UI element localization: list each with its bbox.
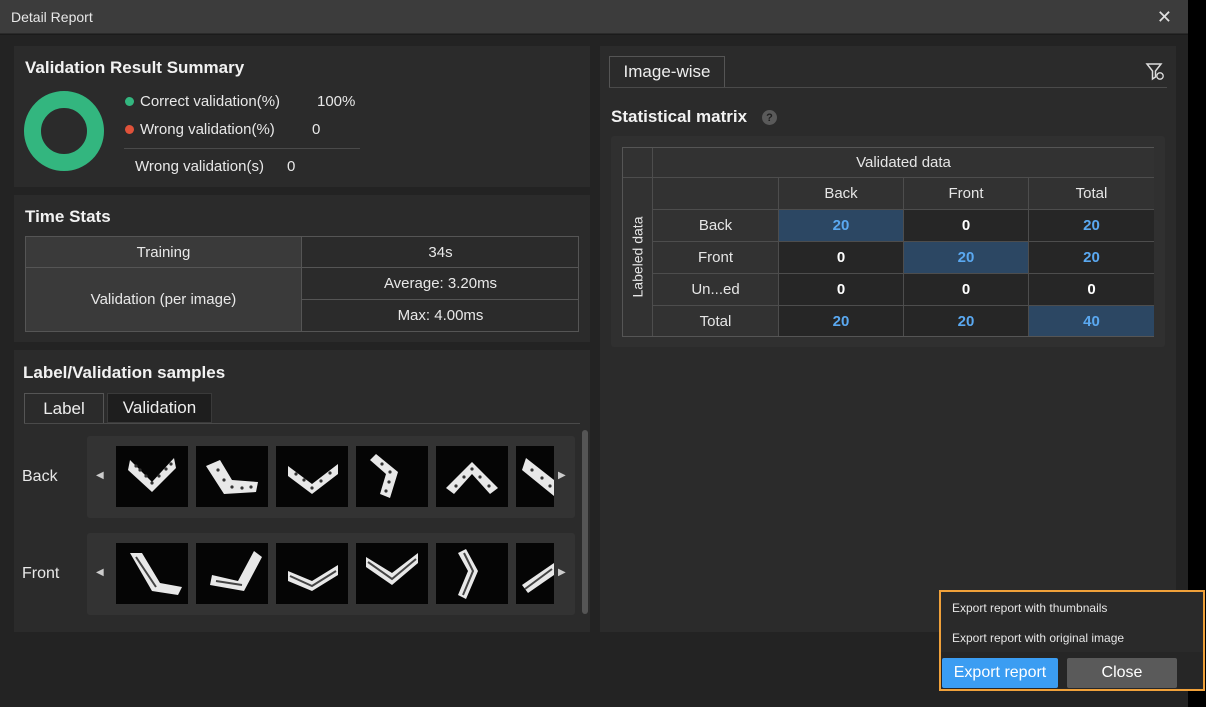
correct-dot-icon bbox=[125, 97, 134, 106]
samples-scrollbar[interactable] bbox=[582, 430, 588, 614]
training-value: 34s bbox=[302, 237, 579, 268]
sample-thumbnail[interactable] bbox=[516, 543, 554, 604]
matrix-cell: 20 bbox=[779, 306, 904, 336]
samples-title: Label/Validation samples bbox=[23, 363, 226, 382]
validated-data-header: Validated data bbox=[653, 148, 1154, 178]
row-label-front: Front bbox=[22, 565, 60, 582]
row-header-front: Front bbox=[653, 242, 779, 274]
sample-thumbnail[interactable] bbox=[356, 543, 428, 604]
correct-value: 100% bbox=[317, 93, 356, 110]
sample-thumbnail[interactable] bbox=[276, 446, 348, 507]
row-header-unlabeled: Un...ed bbox=[653, 274, 779, 306]
correct-label: Correct validation(%) bbox=[140, 93, 281, 110]
sample-strip-front: ◀ ▶ bbox=[87, 533, 575, 615]
scroll-left-icon[interactable]: ◀ bbox=[96, 470, 106, 484]
summary-divider bbox=[124, 148, 360, 149]
validation-average: Average: 3.20ms bbox=[302, 268, 579, 300]
sample-thumbnail[interactable] bbox=[436, 543, 508, 604]
matrix-cell: 0 bbox=[904, 210, 1029, 242]
wrong-dot-icon bbox=[125, 125, 134, 134]
export-with-original-image[interactable]: Export report with original image bbox=[952, 631, 1124, 645]
window-title: Detail Report bbox=[11, 9, 93, 25]
scroll-left-icon[interactable]: ◀ bbox=[96, 567, 106, 581]
summary-title: Validation Result Summary bbox=[25, 58, 245, 77]
export-report-button[interactable]: Export report bbox=[942, 658, 1058, 688]
sample-thumbnail[interactable] bbox=[516, 446, 554, 507]
sample-thumbnail[interactable] bbox=[196, 543, 268, 604]
sample-strip-back: ◀ ▶ bbox=[87, 436, 575, 518]
sample-thumbnail[interactable] bbox=[116, 543, 188, 604]
wrong-value: 0 bbox=[312, 121, 321, 138]
matrix-cell: 0 bbox=[1029, 274, 1154, 306]
export-with-thumbnails[interactable]: Export report with thumbnails bbox=[952, 601, 1107, 615]
validation-label: Validation (per image) bbox=[26, 268, 302, 331]
close-button[interactable]: Close bbox=[1067, 658, 1177, 688]
tab-validation[interactable]: Validation bbox=[107, 393, 212, 423]
matrix-corner bbox=[623, 148, 653, 178]
tab-label[interactable]: Label bbox=[24, 393, 104, 423]
row-label-back: Back bbox=[22, 468, 58, 485]
wrong-label: Wrong validation(%) bbox=[140, 121, 275, 138]
col-header-back: Back bbox=[779, 178, 904, 210]
matrix-cell: 0 bbox=[779, 242, 904, 274]
matrix-title: Statistical matrix bbox=[611, 107, 748, 126]
title-bar: Detail Report ✕ bbox=[0, 0, 1188, 34]
time-stats-title: Time Stats bbox=[25, 207, 111, 226]
matrix-cell: 0 bbox=[904, 274, 1029, 306]
sample-thumbnail[interactable] bbox=[436, 446, 508, 507]
help-icon[interactable]: ? bbox=[762, 110, 777, 125]
matrix-corner-2 bbox=[653, 178, 779, 210]
matrix-cell: 0 bbox=[779, 274, 904, 306]
matrix-cell: 40 bbox=[1029, 306, 1154, 336]
scroll-right-icon[interactable]: ▶ bbox=[558, 567, 568, 581]
matrix-cell: 20 bbox=[1029, 242, 1154, 274]
samples-tab-divider bbox=[24, 423, 580, 424]
wrong-count-value: 0 bbox=[287, 158, 296, 175]
filter-icon[interactable] bbox=[1145, 61, 1165, 81]
matrix-tab-divider bbox=[609, 87, 1167, 88]
sample-thumbnail[interactable] bbox=[196, 446, 268, 507]
matrix-cell: 20 bbox=[904, 306, 1029, 336]
matrix-cell: 20 bbox=[779, 210, 904, 242]
labeled-data-header: Labeled data bbox=[622, 178, 652, 336]
col-header-front: Front bbox=[904, 178, 1029, 210]
sample-thumbnail[interactable] bbox=[356, 446, 428, 507]
matrix-cell: 20 bbox=[904, 242, 1029, 274]
validation-max: Max: 4.00ms bbox=[397, 307, 484, 324]
time-stats-table: Training 34s Validation (per image) Aver… bbox=[25, 236, 579, 332]
sample-thumbnail[interactable] bbox=[276, 543, 348, 604]
tab-image-wise[interactable]: Image-wise bbox=[609, 56, 725, 87]
scroll-right-icon[interactable]: ▶ bbox=[558, 470, 568, 484]
sample-thumbnail[interactable] bbox=[116, 446, 188, 507]
row-header-total: Total bbox=[653, 306, 779, 336]
close-icon[interactable]: ✕ bbox=[1157, 7, 1172, 28]
statistical-matrix: Validated data Back Front Total Back 20 … bbox=[622, 147, 1154, 337]
training-label: Training bbox=[26, 237, 302, 268]
row-header-back: Back bbox=[653, 210, 779, 242]
export-menu: Export report with thumbnails Export rep… bbox=[939, 590, 1205, 691]
matrix-cell: 20 bbox=[1029, 210, 1154, 242]
labeled-data-label: Labeled data bbox=[629, 216, 645, 298]
col-header-total: Total bbox=[1029, 178, 1154, 210]
wrong-count-label: Wrong validation(s) bbox=[135, 158, 264, 175]
result-donut-chart bbox=[24, 91, 104, 171]
